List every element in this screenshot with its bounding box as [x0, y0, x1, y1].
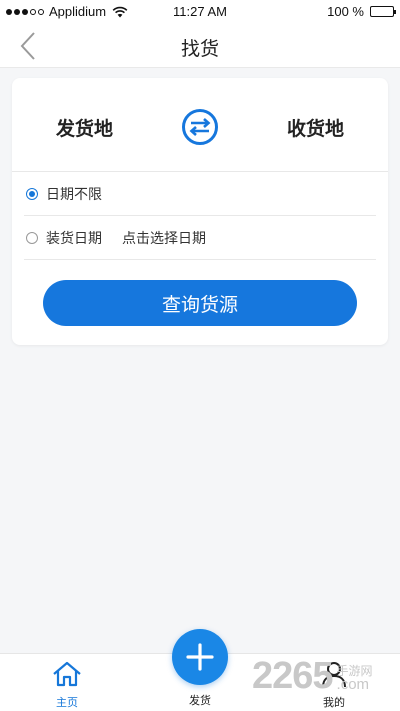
status-bar: Applidium 11:27 AM 100 % [0, 0, 400, 24]
page-title: 找货 [180, 38, 219, 60]
plus-icon [186, 643, 214, 671]
destination-selector[interactable]: 收货地 [287, 114, 344, 141]
watermark-logo: 2265 手游网 .com [252, 656, 373, 696]
select-date-link[interactable]: 点击选择日期 [122, 228, 206, 248]
watermark-side: 手游网 .com [337, 664, 373, 692]
route-row: 发货地 收货地 [12, 78, 388, 172]
home-icon [53, 661, 81, 687]
radio-any-date[interactable] [26, 187, 38, 200]
battery-percent: 100 % [327, 4, 364, 19]
watermark-number: 2265 [252, 655, 334, 697]
publish-button[interactable] [172, 629, 228, 685]
tab-home-label: 主页 [56, 696, 78, 709]
tab-publish-label: 发货 [189, 694, 211, 707]
date-option-loading[interactable]: 装货日期 点击选择日期 [24, 216, 376, 260]
origin-selector[interactable]: 发货地 [56, 114, 113, 141]
date-option-label: 日期不限 [46, 186, 102, 203]
battery-icon [370, 6, 396, 17]
date-option-any[interactable]: 日期不限 [24, 172, 376, 216]
watermark-en: .com [336, 676, 370, 693]
tab-home[interactable]: 主页 [37, 660, 97, 710]
swap-arrows-icon[interactable] [181, 108, 219, 146]
radio-loading-date[interactable] [26, 231, 38, 244]
query-cargo-button[interactable]: 查询货源 [43, 280, 357, 326]
date-option-label: 装货日期 [46, 230, 102, 247]
search-card: 发货地 收货地 日期不限 装货日期 点击选择日期 查询货源 [12, 78, 388, 345]
status-right: 100 % [327, 4, 396, 19]
nav-bar: 找货 [0, 24, 400, 68]
